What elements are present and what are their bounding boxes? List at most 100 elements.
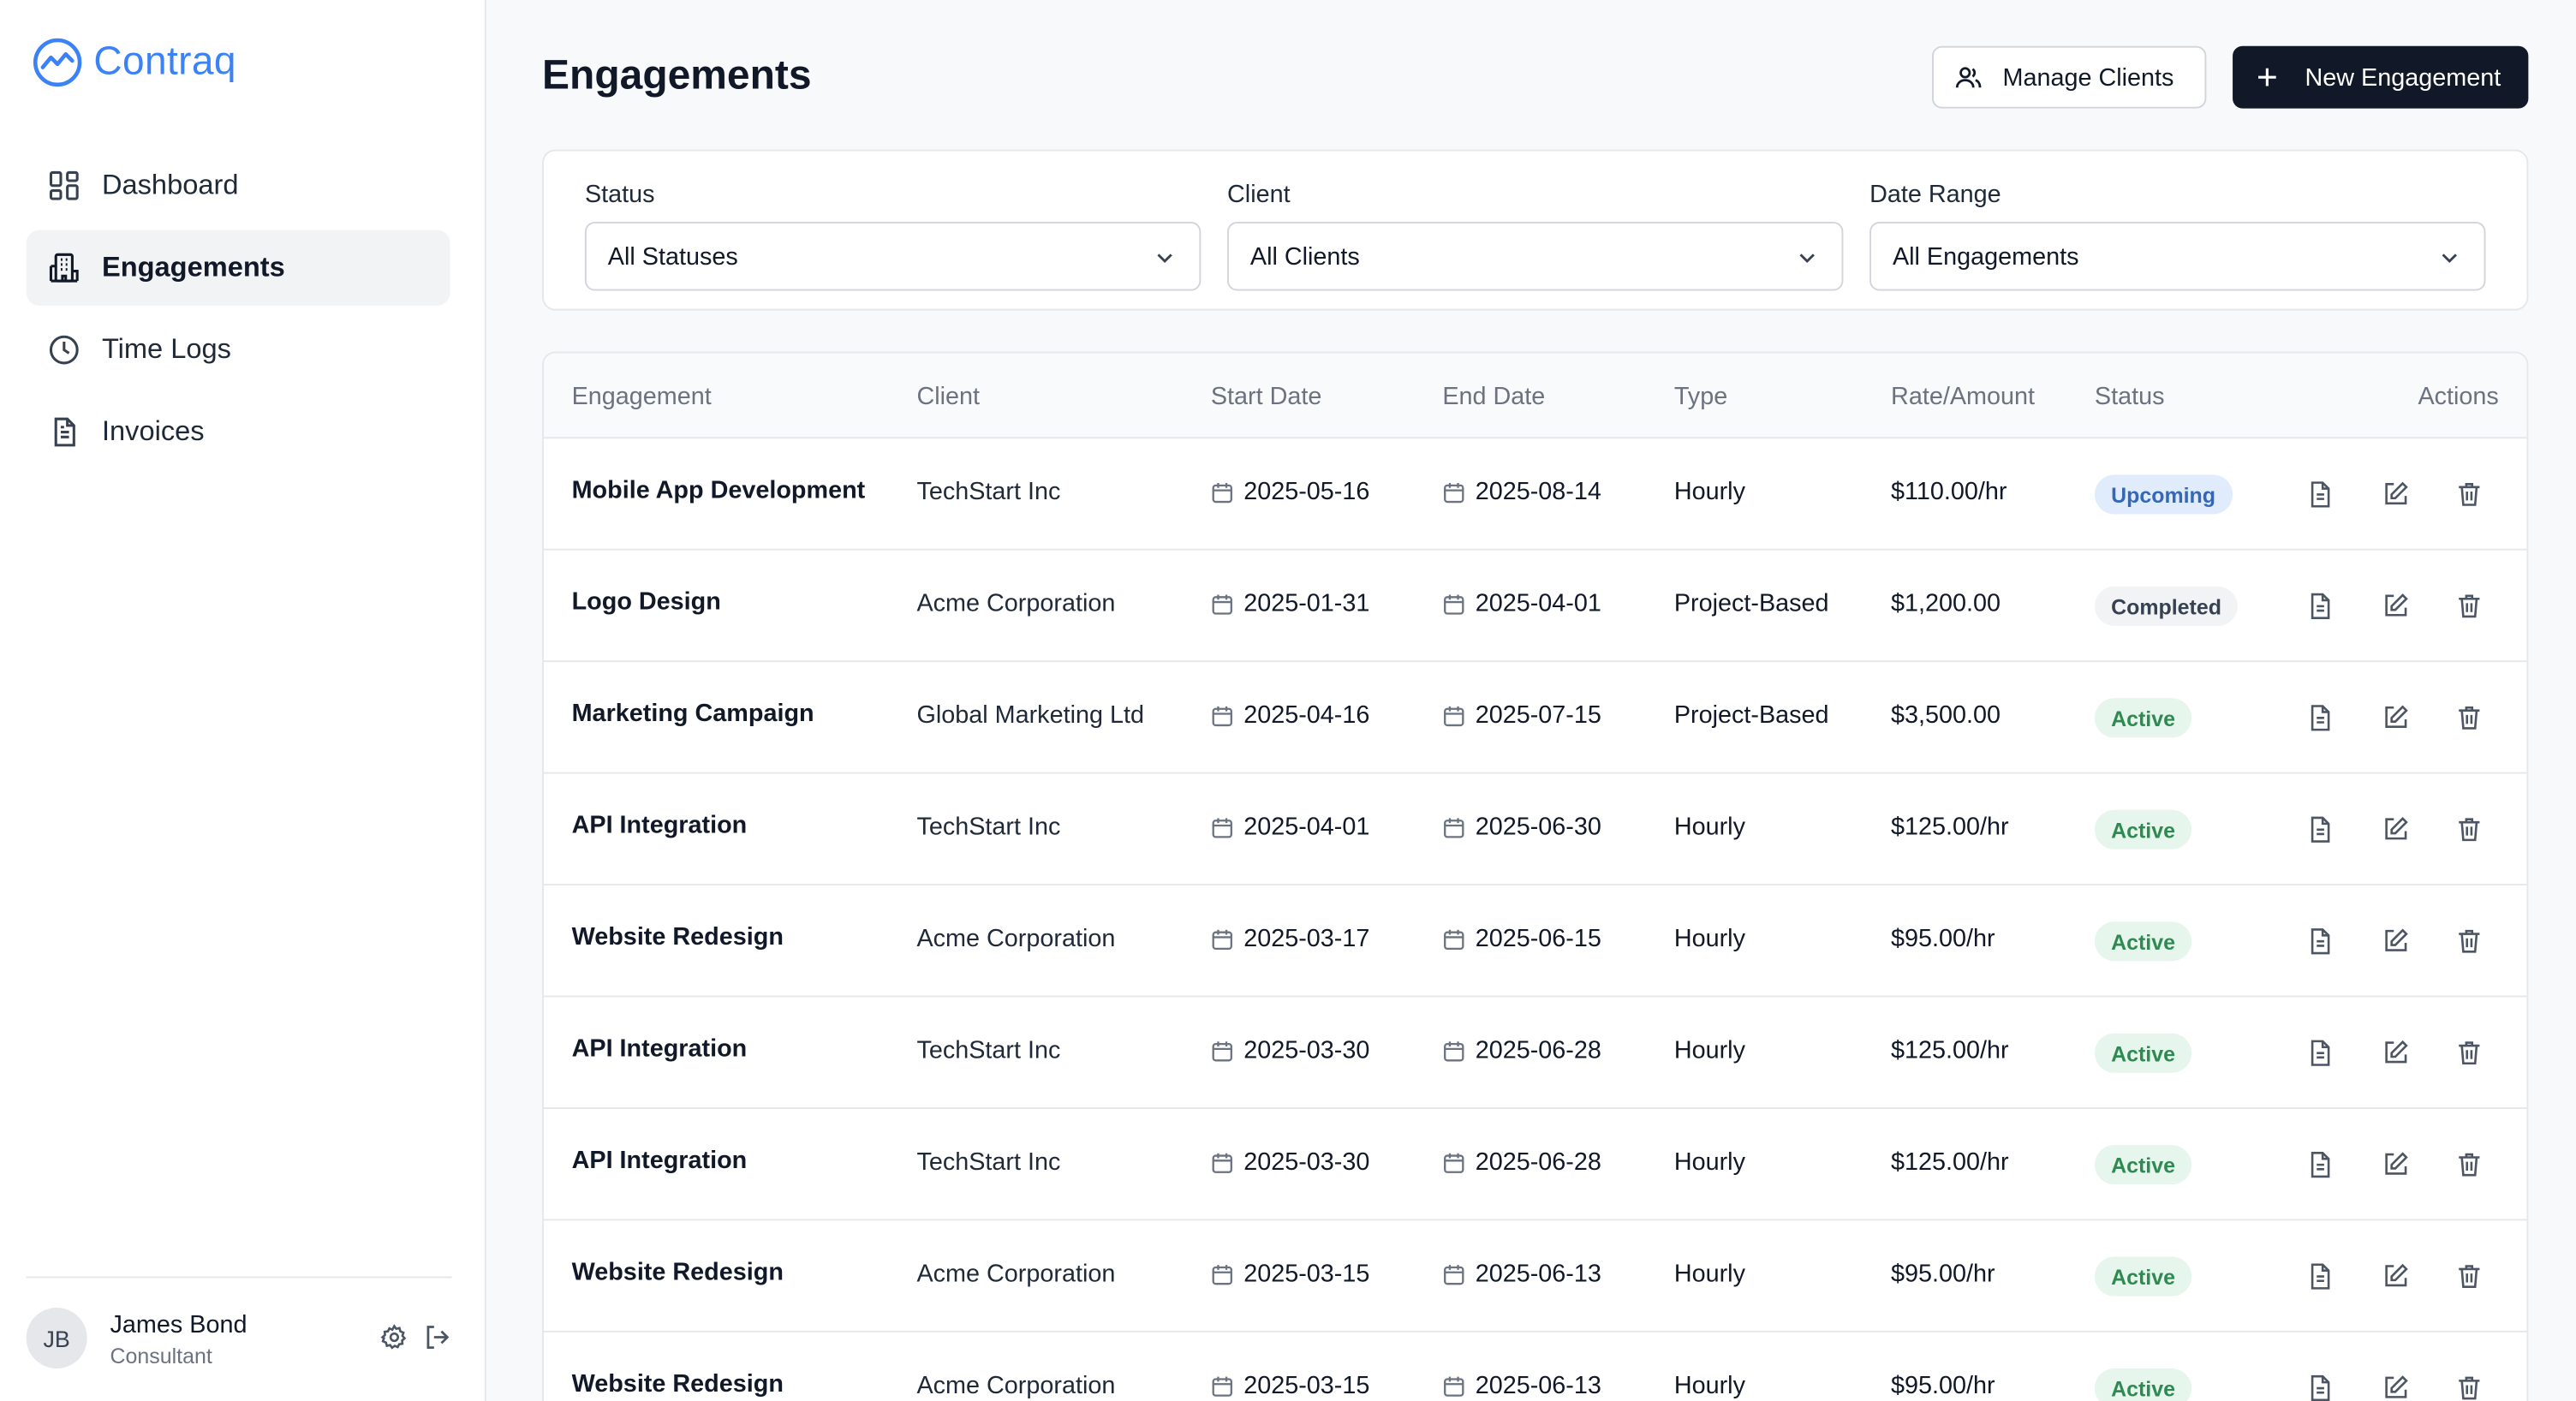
sidebar-item-time-logs[interactable]: Time Logs xyxy=(27,312,450,387)
end-date: 2025-06-28 xyxy=(1442,1036,1601,1064)
document-icon[interactable] xyxy=(2305,815,2334,845)
new-engagement-button[interactable]: New Engagement xyxy=(2233,45,2529,109)
end-date-value: 2025-07-15 xyxy=(1475,701,1601,730)
start-date-value: 2025-03-17 xyxy=(1243,925,1370,953)
engagement-name[interactable]: API Integration xyxy=(572,1147,748,1175)
table-row[interactable]: Website Redesign Acme Corporation 2025-0… xyxy=(543,1220,2527,1332)
column-header[interactable]: Rate/Amount xyxy=(1891,383,2035,411)
sidebar-item-label: Engagements xyxy=(101,251,285,283)
chevron-down-icon xyxy=(1799,253,1815,264)
user-role: Consultant xyxy=(110,1344,212,1368)
sidebar-nav: Dashboard Engagements Time Logs Invoices xyxy=(26,148,450,477)
engagement-name[interactable]: API Integration xyxy=(572,1035,748,1064)
client-name: Global Marketing Ltd xyxy=(916,701,1144,730)
document-icon[interactable] xyxy=(2305,1374,2334,1401)
engagement-name[interactable]: Mobile App Development xyxy=(572,476,866,504)
end-date-value: 2025-06-15 xyxy=(1475,925,1601,953)
start-date-value: 2025-03-30 xyxy=(1243,1148,1370,1177)
calendar-icon xyxy=(1444,928,1464,950)
sidebar-item-label: Dashboard xyxy=(101,169,239,201)
engagement-name[interactable]: Marketing Campaign xyxy=(572,700,814,728)
edit-icon[interactable] xyxy=(2381,815,2411,845)
table-row[interactable]: Website Redesign Acme Corporation 2025-0… xyxy=(543,885,2527,998)
client-select[interactable]: All Clients xyxy=(1227,221,1844,291)
edit-icon[interactable] xyxy=(2381,1261,2411,1291)
start-date: 2025-03-15 xyxy=(1211,1260,1369,1288)
engagement-name[interactable]: API Integration xyxy=(572,812,748,840)
logout-icon[interactable] xyxy=(422,1322,452,1352)
engagement-name[interactable]: Website Redesign xyxy=(572,923,784,951)
sidebar-item-invoices[interactable]: Invoices xyxy=(27,394,450,469)
table-row[interactable]: API Integration TechStart Inc 2025-04-01… xyxy=(543,774,2527,885)
trash-icon[interactable] xyxy=(2454,1374,2484,1401)
edit-icon[interactable] xyxy=(2381,1374,2411,1401)
trash-icon[interactable] xyxy=(2454,1038,2484,1068)
engagement-name[interactable]: Logo Design xyxy=(572,588,721,617)
client-filter-label: Client xyxy=(1227,181,1291,209)
document-icon[interactable] xyxy=(2305,927,2334,957)
table-row[interactable]: Mobile App Development TechStart Inc 202… xyxy=(543,438,2527,551)
document-icon[interactable] xyxy=(2305,592,2334,622)
engagement-name[interactable]: Website Redesign xyxy=(572,1258,784,1286)
start-date: 2025-01-31 xyxy=(1211,590,1369,617)
sidebar-item-label: Time Logs xyxy=(101,333,231,365)
brand-logo[interactable]: Contraq xyxy=(31,36,236,88)
status-select[interactable]: All Statuses xyxy=(584,221,1202,291)
trash-icon[interactable] xyxy=(2454,815,2484,845)
end-date: 2025-06-30 xyxy=(1442,814,1601,841)
trash-icon[interactable] xyxy=(2454,480,2484,510)
gear-icon[interactable] xyxy=(379,1322,409,1352)
edit-icon[interactable] xyxy=(2381,703,2411,733)
document-icon[interactable] xyxy=(2305,703,2334,733)
client-name: TechStart Inc xyxy=(916,478,1061,506)
table-row[interactable]: Marketing Campaign Global Marketing Ltd … xyxy=(543,662,2527,774)
document-icon[interactable] xyxy=(2305,1038,2334,1068)
status-badge: Completed xyxy=(2094,586,2239,626)
edit-icon[interactable] xyxy=(2381,1038,2411,1068)
calendar-icon xyxy=(1212,1152,1232,1172)
users-icon xyxy=(1955,67,1982,88)
engagement-type: Hourly xyxy=(1673,1036,1745,1065)
document-icon[interactable] xyxy=(2305,1261,2334,1291)
document-icon[interactable] xyxy=(2305,480,2334,510)
edit-icon[interactable] xyxy=(2381,1150,2411,1180)
rate-amount: $125.00/hr xyxy=(1891,1036,2009,1065)
trash-icon[interactable] xyxy=(2454,1261,2484,1291)
manage-clients-button[interactable]: Manage Clients xyxy=(1931,45,2207,109)
engagement-type: Hourly xyxy=(1673,925,1745,953)
calendar-icon xyxy=(1444,593,1464,614)
trash-icon[interactable] xyxy=(2454,927,2484,957)
document-icon[interactable] xyxy=(2305,1150,2334,1180)
status-badge: Active xyxy=(2094,809,2192,850)
column-header[interactable]: Status xyxy=(2095,383,2165,411)
trash-icon[interactable] xyxy=(2454,703,2484,733)
start-date: 2025-04-01 xyxy=(1211,814,1369,841)
sidebar-item-engagements[interactable]: Engagements xyxy=(26,230,450,306)
end-date-value: 2025-06-28 xyxy=(1475,1036,1601,1065)
edit-icon[interactable] xyxy=(2381,592,2411,622)
engagement-type: Hourly xyxy=(1673,813,1745,842)
column-header[interactable]: Client xyxy=(916,383,980,411)
sidebar-item-dashboard[interactable]: Dashboard xyxy=(27,148,450,224)
calendar-icon xyxy=(1444,705,1464,726)
table-row[interactable]: Logo Design Acme Corporation 2025-01-31 … xyxy=(543,551,2527,663)
end-date: 2025-04-01 xyxy=(1442,590,1601,617)
column-header[interactable]: Start Date xyxy=(1211,383,1322,411)
date-range-select[interactable]: All Engagements xyxy=(1869,221,2486,291)
avatar[interactable]: JB xyxy=(26,1308,87,1368)
edit-icon[interactable] xyxy=(2381,927,2411,957)
start-date: 2025-03-17 xyxy=(1211,925,1370,953)
rate-amount: $110.00/hr xyxy=(1891,478,2007,506)
table-row[interactable]: API Integration TechStart Inc 2025-03-30… xyxy=(543,997,2527,1109)
column-header[interactable]: Type xyxy=(1674,383,1727,411)
edit-icon[interactable] xyxy=(2381,480,2411,510)
table-row[interactable]: API Integration TechStart Inc 2025-03-30… xyxy=(543,1109,2527,1221)
calendar-icon xyxy=(1212,1264,1232,1285)
column-header[interactable]: End Date xyxy=(1442,383,1545,411)
trash-icon[interactable] xyxy=(2454,1150,2484,1180)
engagement-type: Hourly xyxy=(1673,1371,1745,1400)
trash-icon[interactable] xyxy=(2454,592,2484,622)
column-header[interactable]: Engagement xyxy=(572,383,712,411)
table-row[interactable]: Website Redesign Acme Corporation 2025-0… xyxy=(544,1332,2526,1401)
engagement-name[interactable]: Website Redesign xyxy=(572,1370,784,1398)
